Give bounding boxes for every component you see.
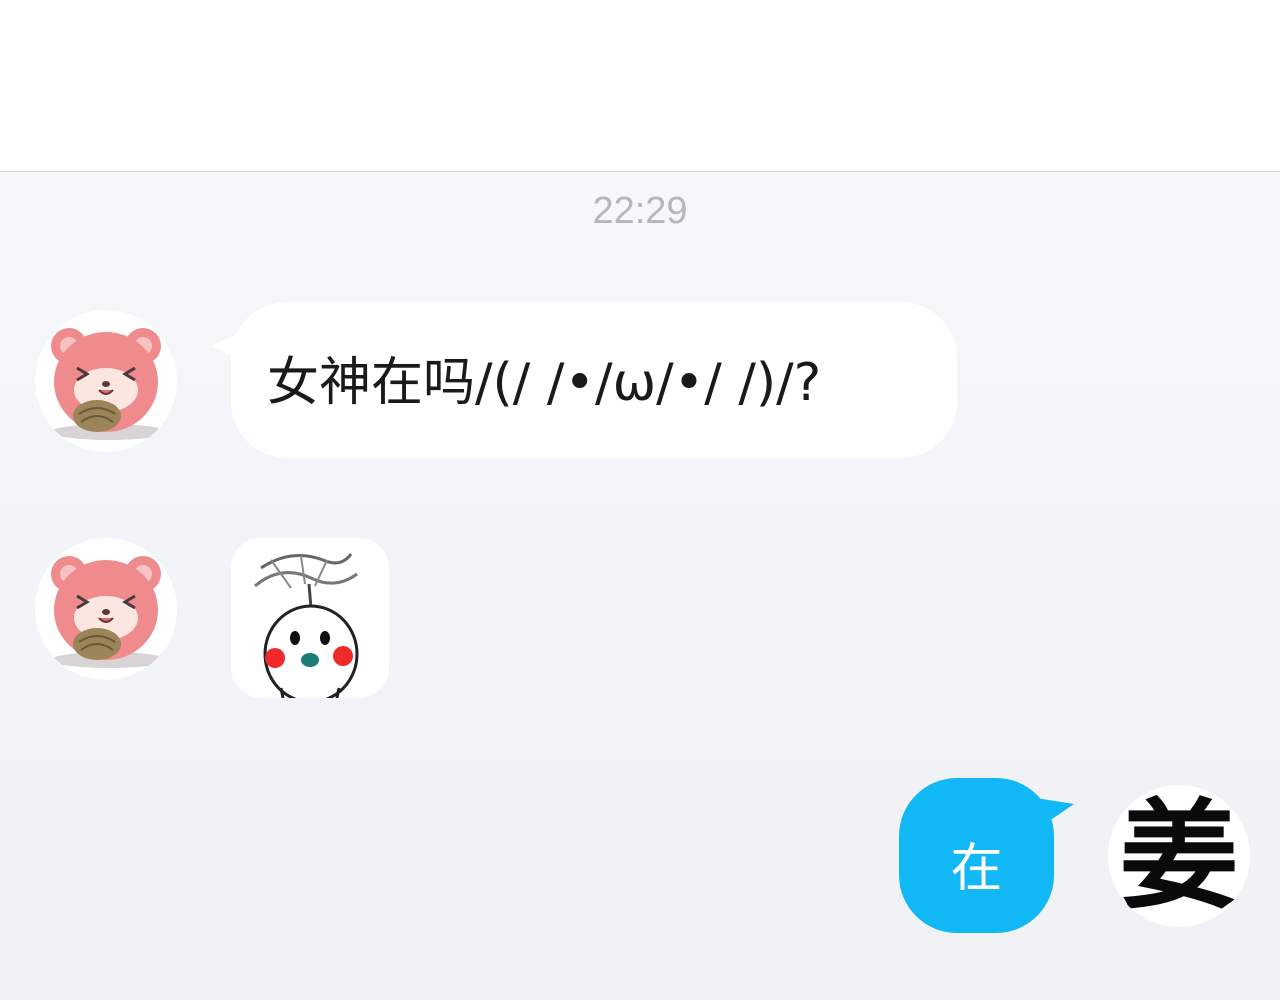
calligraphy-avatar-icon: 姜 <box>1120 786 1238 925</box>
incoming-message-bubble[interactable]: 女神在吗/(/ /•/ω/•/ /)/? <box>211 302 957 458</box>
outgoing-message-bubble[interactable]: 在 <box>899 778 1074 933</box>
hamster-avatar-icon <box>51 556 167 668</box>
hamster-avatar-icon <box>51 328 167 440</box>
message-text: 女神在吗/(/ /•/ω/•/ /)/? <box>267 353 822 413</box>
chat-area[interactable] <box>0 172 1280 1000</box>
top-bar <box>0 0 1280 172</box>
message-timestamp: 22:29 <box>592 190 688 232</box>
contact-avatar[interactable] <box>35 538 177 680</box>
sticker-message[interactable] <box>231 538 389 698</box>
doodle-face-sticker-icon <box>254 553 359 698</box>
svg-text:姜: 姜 <box>1120 786 1238 925</box>
self-avatar[interactable]: 姜 <box>1108 785 1250 927</box>
bubble-tail <box>211 328 249 364</box>
message-text: 在 <box>950 839 1003 899</box>
contact-avatar[interactable] <box>35 310 177 452</box>
